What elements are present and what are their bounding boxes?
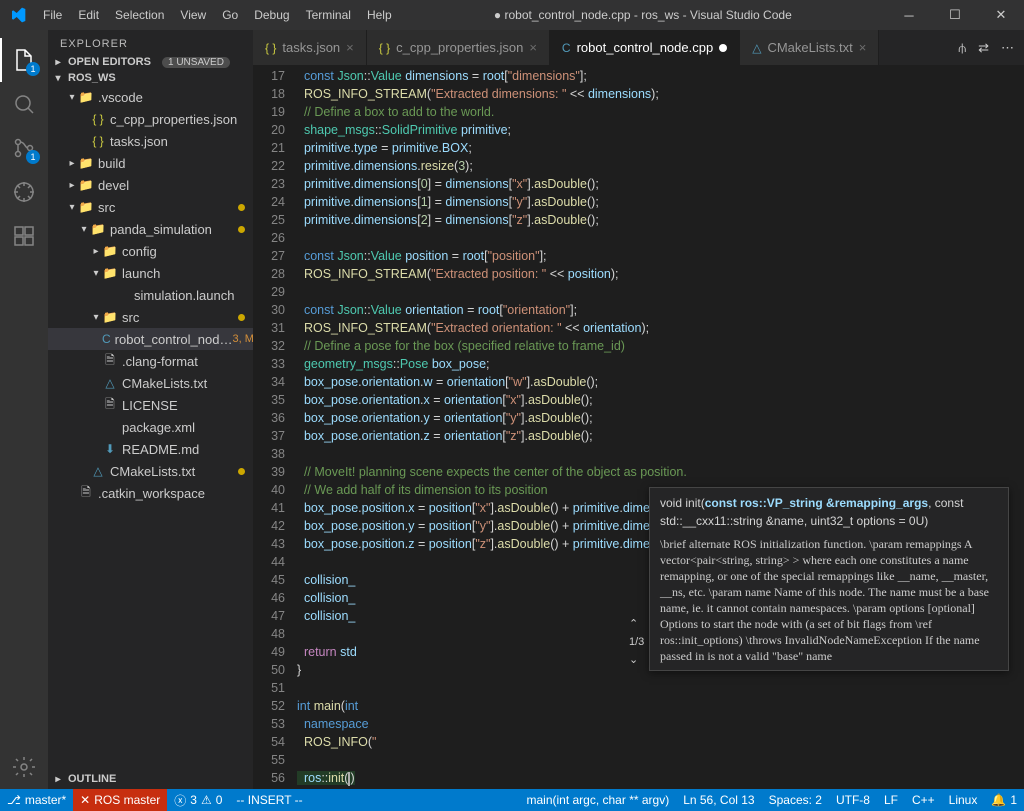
activity-bar: 1 1 <box>0 30 48 789</box>
menu-selection[interactable]: Selection <box>107 8 172 22</box>
signature-nav[interactable]: ⌃1/3⌄ <box>629 615 644 669</box>
menu-help[interactable]: Help <box>359 8 400 22</box>
editor-tabs: { }tasks.json×{ }c_cpp_properties.json×C… <box>253 30 1024 65</box>
tab[interactable]: { }tasks.json× <box>253 30 367 65</box>
tree-item[interactable]: ▾📁launch <box>48 262 253 284</box>
tree-item[interactable]: ▸📁devel <box>48 174 253 196</box>
compare-icon[interactable]: ⇄ <box>978 40 989 56</box>
tree-item[interactable]: package.xml <box>48 416 253 438</box>
file-tree: ▾📁.vscode{ }c_cpp_properties.json{ }task… <box>48 86 253 504</box>
debug-icon[interactable] <box>0 170 48 214</box>
tree-item[interactable]: ▾📁src <box>48 196 253 218</box>
window-title: ● robot_control_node.cpp - ros_ws - Visu… <box>400 8 886 22</box>
tree-item[interactable]: simulation.launch <box>48 284 253 306</box>
eol-status[interactable]: LF <box>877 789 905 811</box>
tree-item[interactable]: △CMakeLists.txt <box>48 460 253 482</box>
tree-item[interactable]: 🗎LICENSE <box>48 394 253 416</box>
notifications-icon[interactable]: 🔔1 <box>984 789 1024 811</box>
code-editor[interactable]: 1718192021222324252627282930313233343536… <box>253 65 1024 789</box>
line-numbers: 1718192021222324252627282930313233343536… <box>253 65 297 789</box>
search-icon[interactable] <box>0 82 48 126</box>
close-button[interactable]: ✕ <box>978 0 1024 30</box>
minimize-button[interactable]: ─ <box>886 0 932 30</box>
tree-item[interactable]: △CMakeLists.txt <box>48 372 253 394</box>
tab-actions: ⫛ ⇄ ⋯ <box>948 30 1024 65</box>
language-status[interactable]: C++ <box>905 789 942 811</box>
sidebar-title: EXPLORER <box>48 30 253 54</box>
problems-status[interactable]: ⓧ 3 ⚠ 0 <box>167 789 229 811</box>
tree-item[interactable]: ▸📁build <box>48 152 253 174</box>
menu-file[interactable]: File <box>35 8 70 22</box>
settings-icon[interactable] <box>0 745 48 789</box>
ros-master-status[interactable]: ✕ ROS master <box>73 789 167 811</box>
tree-item[interactable]: ▾📁panda_simulation <box>48 218 253 240</box>
tree-item[interactable]: 🗎.clang-format <box>48 350 253 372</box>
tree-item[interactable]: ⬇README.md <box>48 438 253 460</box>
vim-mode: -- INSERT -- <box>229 789 309 811</box>
menu-bar: FileEditSelectionViewGoDebugTerminalHelp <box>35 8 400 22</box>
code-content[interactable]: const Json::Value dimensions = root["dim… <box>297 65 1024 789</box>
tree-item[interactable]: { }c_cpp_properties.json <box>48 108 253 130</box>
breadcrumb-status[interactable]: main(int argc, char ** argv) <box>519 789 676 811</box>
open-editors-section[interactable]: ▸OPEN EDITORS 1 UNSAVED <box>48 54 253 70</box>
status-bar: ⎇ master* ✕ ROS master ⓧ 3 ⚠ 0 -- INSERT… <box>0 789 1024 811</box>
outline-section[interactable]: ▸OUTLINE <box>48 771 253 787</box>
tab[interactable]: △CMakeLists.txt× <box>740 30 879 65</box>
maximize-button[interactable]: ☐ <box>932 0 978 30</box>
project-section[interactable]: ▾ROS_WS <box>48 70 253 86</box>
extensions-icon[interactable] <box>0 214 48 258</box>
vscode-logo-icon <box>0 7 35 23</box>
window-controls: ─ ☐ ✕ <box>886 0 1024 30</box>
explorer-icon[interactable]: 1 <box>0 38 48 82</box>
tree-item[interactable]: 🗎.catkin_workspace <box>48 482 253 504</box>
menu-view[interactable]: View <box>172 8 214 22</box>
split-editor-icon[interactable]: ⫛ <box>958 40 966 56</box>
tree-item[interactable]: ▾📁src <box>48 306 253 328</box>
os-status[interactable]: Linux <box>942 789 985 811</box>
cursor-position[interactable]: Ln 56, Col 13 <box>676 789 761 811</box>
menu-go[interactable]: Go <box>214 8 246 22</box>
tree-item[interactable]: ▸📁config <box>48 240 253 262</box>
sidebar: EXPLORER ▸OPEN EDITORS 1 UNSAVED ▾ROS_WS… <box>48 30 253 789</box>
tab[interactable]: { }c_cpp_properties.json× <box>367 30 550 65</box>
tree-item[interactable]: { }tasks.json <box>48 130 253 152</box>
tab[interactable]: Crobot_control_node.cpp <box>550 30 740 65</box>
signature-help-tooltip: void init(const ros::VP_string &remappin… <box>649 487 1009 671</box>
menu-debug[interactable]: Debug <box>246 8 297 22</box>
tree-item[interactable]: Crobot_control_nod…3, M <box>48 328 253 350</box>
titlebar: FileEditSelectionViewGoDebugTerminalHelp… <box>0 0 1024 30</box>
git-branch[interactable]: ⎇ master* <box>0 789 73 811</box>
encoding-status[interactable]: UTF-8 <box>829 789 877 811</box>
source-control-icon[interactable]: 1 <box>0 126 48 170</box>
menu-edit[interactable]: Edit <box>70 8 107 22</box>
more-icon[interactable]: ⋯ <box>1001 40 1014 56</box>
menu-terminal[interactable]: Terminal <box>298 8 359 22</box>
indent-status[interactable]: Spaces: 2 <box>762 789 829 811</box>
tree-item[interactable]: ▾📁.vscode <box>48 86 253 108</box>
